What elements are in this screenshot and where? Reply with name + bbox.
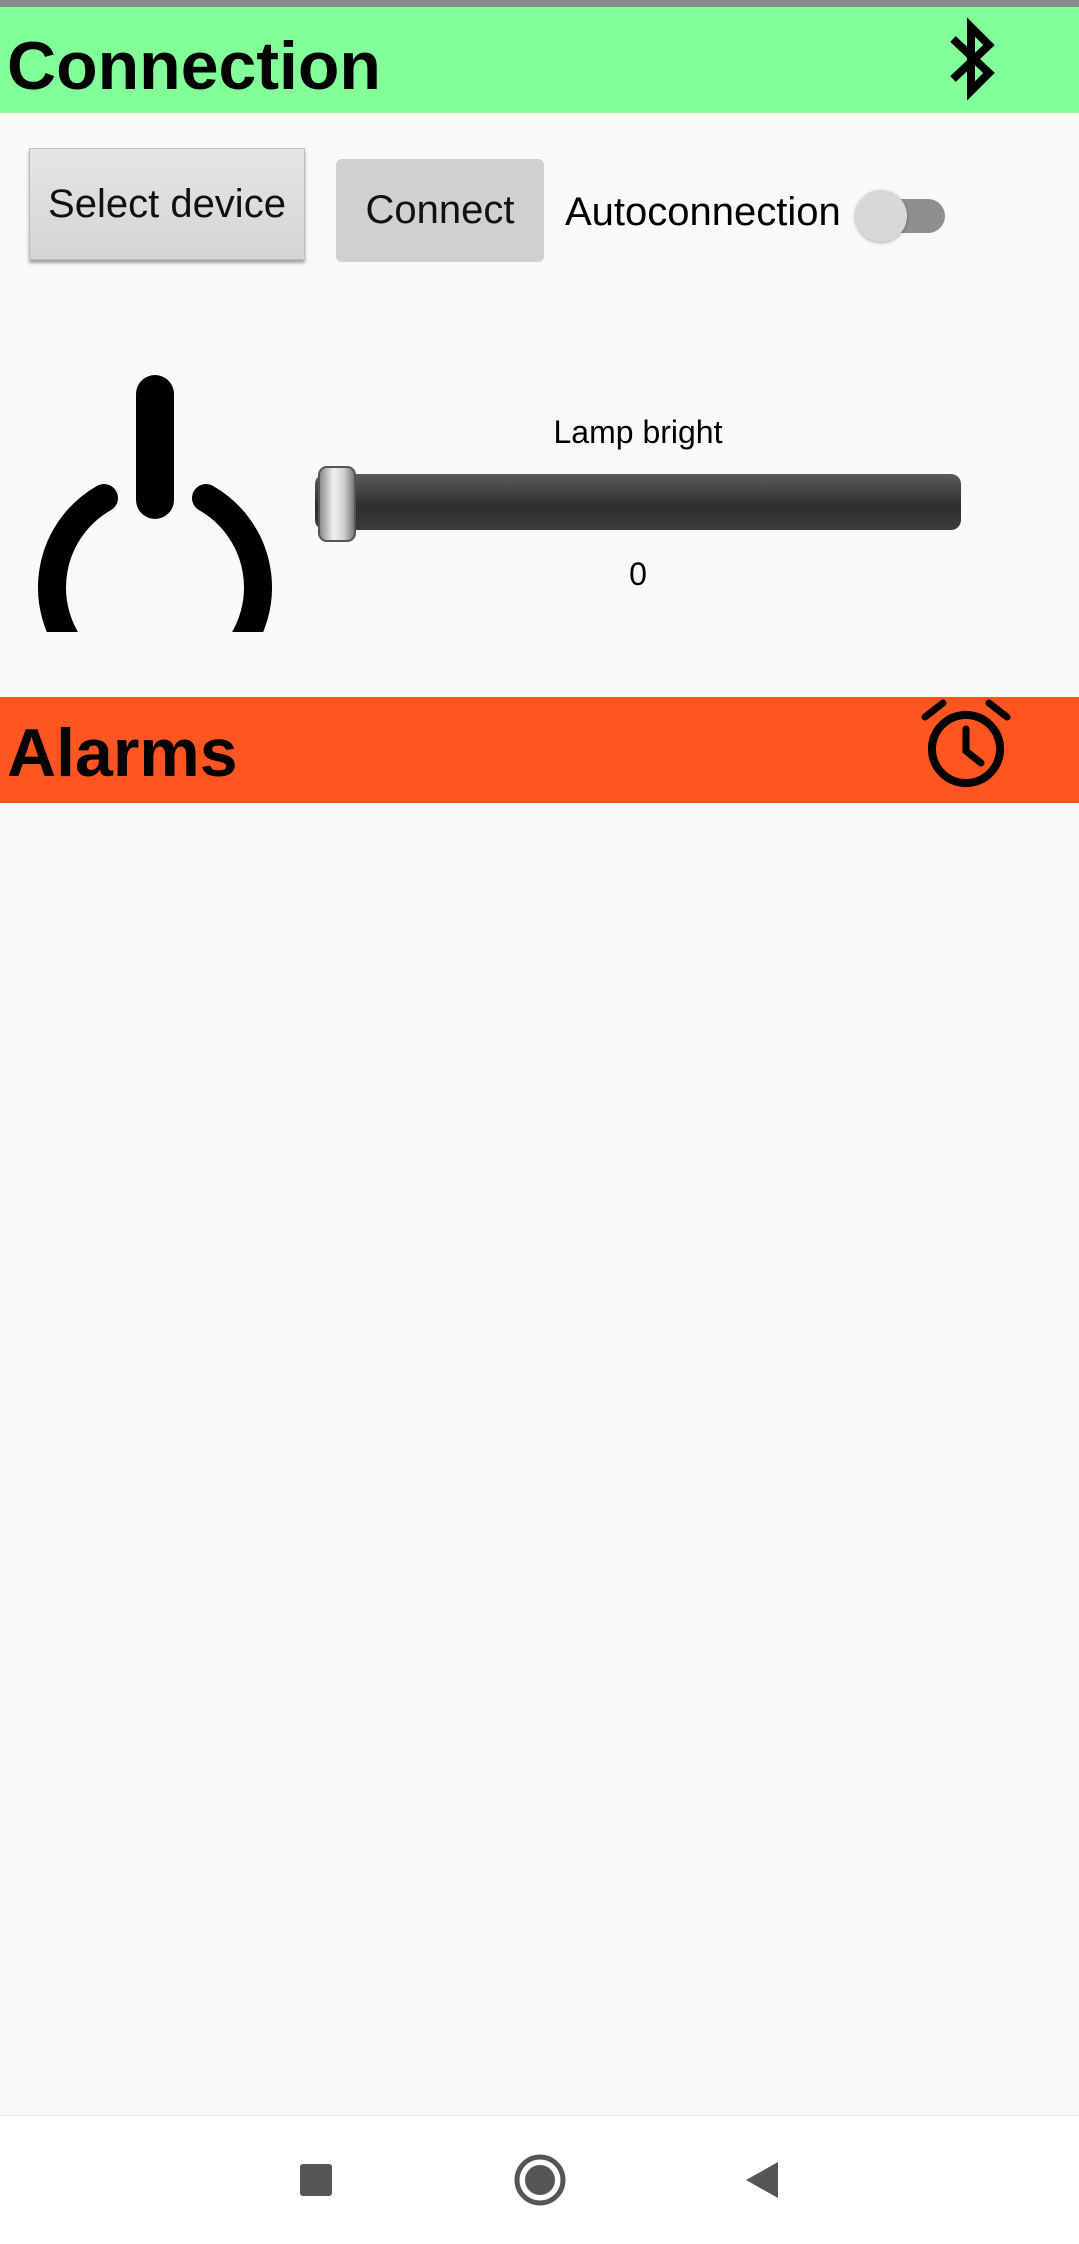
connection-title: Connection (7, 28, 381, 104)
triangle-back-icon (746, 2162, 778, 2198)
switch-thumb (855, 190, 907, 242)
circle-icon (514, 2154, 566, 2206)
autoconnection-switch[interactable] (855, 182, 945, 242)
connection-header: Connection (0, 7, 1079, 113)
bluetooth-icon[interactable] (947, 11, 997, 107)
lamp-bright-value: 0 (629, 556, 647, 592)
alarm-clock-icon[interactable] (919, 697, 1013, 793)
lamp-bright-slider[interactable] (315, 466, 961, 546)
back-button[interactable] (707, 2116, 817, 2244)
connect-button[interactable]: Connect (336, 159, 544, 262)
status-bar-strip (0, 0, 1079, 7)
recents-button[interactable] (261, 2116, 371, 2244)
slider-track (315, 474, 961, 530)
navigation-bar (0, 2115, 1079, 2244)
autoconnection-label: Autoconnection (565, 190, 841, 234)
slider-thumb[interactable] (318, 466, 356, 542)
select-device-button[interactable]: Select device (29, 148, 305, 260)
power-icon[interactable] (36, 374, 274, 632)
home-button[interactable] (485, 2116, 595, 2244)
lamp-bright-label: Lamp bright (553, 414, 723, 450)
alarms-header: Alarms (0, 697, 1079, 803)
square-icon (300, 2164, 332, 2196)
alarms-title: Alarms (7, 715, 238, 791)
